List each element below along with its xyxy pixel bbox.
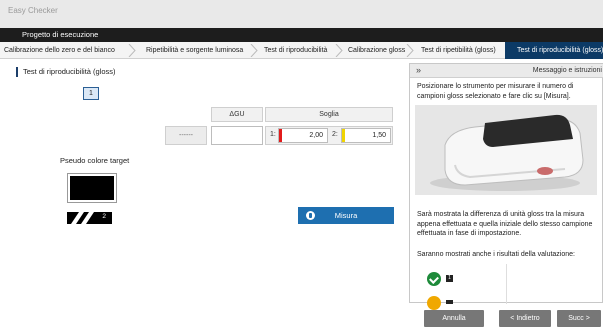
ok-check-icon	[427, 272, 441, 286]
threshold1-label: 1:	[270, 131, 276, 138]
warning-badge	[446, 300, 453, 304]
pseudo-color-swatch	[67, 173, 117, 203]
difference-text: Sarà mostrata la differenza di unità glo…	[417, 211, 593, 237]
chevron-right-icon	[250, 44, 258, 57]
section-title: Test di riproducibilità (gloss)	[16, 67, 116, 77]
soglia-header: Soglia	[265, 107, 393, 122]
evaluation-legend: 1	[417, 264, 507, 310]
warning-icon	[427, 296, 441, 310]
window-titlebar: Easy Checker	[0, 0, 603, 28]
threshold1-red-marker	[279, 129, 282, 142]
threshold1-input[interactable]: 2,00	[278, 128, 328, 143]
back-button[interactable]: < Indietro	[499, 310, 551, 327]
footer-bar: Annulla < Indietro Succ >	[0, 310, 603, 329]
step-ripetibilita-sorgente[interactable]: Ripetibilità e sorgente luminosa	[146, 42, 243, 59]
threshold2-label: 2:	[332, 131, 338, 138]
step-riproducibilita-gloss-active[interactable]: Test di riproducibilità (gloss)	[505, 42, 603, 59]
chevron-right-icon	[128, 44, 136, 57]
delta-gu-header: ΔGU	[211, 107, 263, 122]
measure-button-label: Misura	[334, 211, 358, 220]
instrument-image	[415, 105, 597, 195]
threshold2-yellow-marker	[342, 129, 345, 142]
step-ripetibilita-gloss[interactable]: Test di ripetibilità (gloss)	[421, 42, 496, 59]
collapse-panel-icon[interactable]: »	[416, 65, 421, 75]
threshold-row: 1: 2,00 2: 1,50	[265, 126, 393, 145]
step-riproducibilita[interactable]: Test di riproducibilità	[264, 42, 327, 59]
measure-icon	[306, 211, 315, 220]
instruction-text: Posizionare lo strumento per misurare il…	[417, 83, 574, 100]
cancel-button[interactable]: Annulla	[424, 310, 484, 327]
ok-badge: 1	[446, 275, 453, 282]
main-panel: Test di riproducibilità (gloss) 1 Pseudo…	[10, 62, 403, 310]
project-title: Progetto di esecuzione	[22, 30, 99, 39]
measurement-placeholder: ------	[165, 126, 207, 145]
measure-button[interactable]: Misura	[298, 207, 394, 224]
instructions-panel: » Messaggio e istruzioni Posizionare lo …	[409, 63, 603, 310]
instructions-title: Messaggio e istruzioni	[532, 67, 602, 74]
stripe-pattern-icon: 2	[67, 212, 112, 224]
chevron-right-icon	[406, 44, 414, 57]
step-calibrazione-gloss[interactable]: Calibrazione gloss	[348, 42, 405, 59]
chevron-right-icon	[335, 44, 343, 57]
step-breadcrumb: Calibrazione dello zero e del bianco Rip…	[0, 42, 603, 59]
step-calibrazione-zero-bianco[interactable]: Calibrazione dello zero e del bianco	[4, 42, 115, 59]
project-bar: Progetto di esecuzione	[0, 28, 603, 42]
results-text: Saranno mostrati anche i risultati della…	[417, 251, 575, 258]
gloss-meter-illustration	[415, 105, 597, 195]
threshold2-input[interactable]: 1,50	[341, 128, 391, 143]
instructions-header: » Messaggio e istruzioni	[410, 64, 603, 78]
pseudo-color-label: Pseudo colore target	[60, 156, 130, 165]
delta-gu-field	[211, 126, 263, 145]
sample-number-button[interactable]: 1	[83, 87, 99, 100]
window-title: Easy Checker	[8, 6, 58, 15]
stripe-number: 2	[102, 213, 106, 220]
threshold1-value: 2,00	[309, 132, 323, 139]
next-button[interactable]: Succ >	[557, 310, 601, 327]
threshold2-value: 1,50	[372, 132, 386, 139]
